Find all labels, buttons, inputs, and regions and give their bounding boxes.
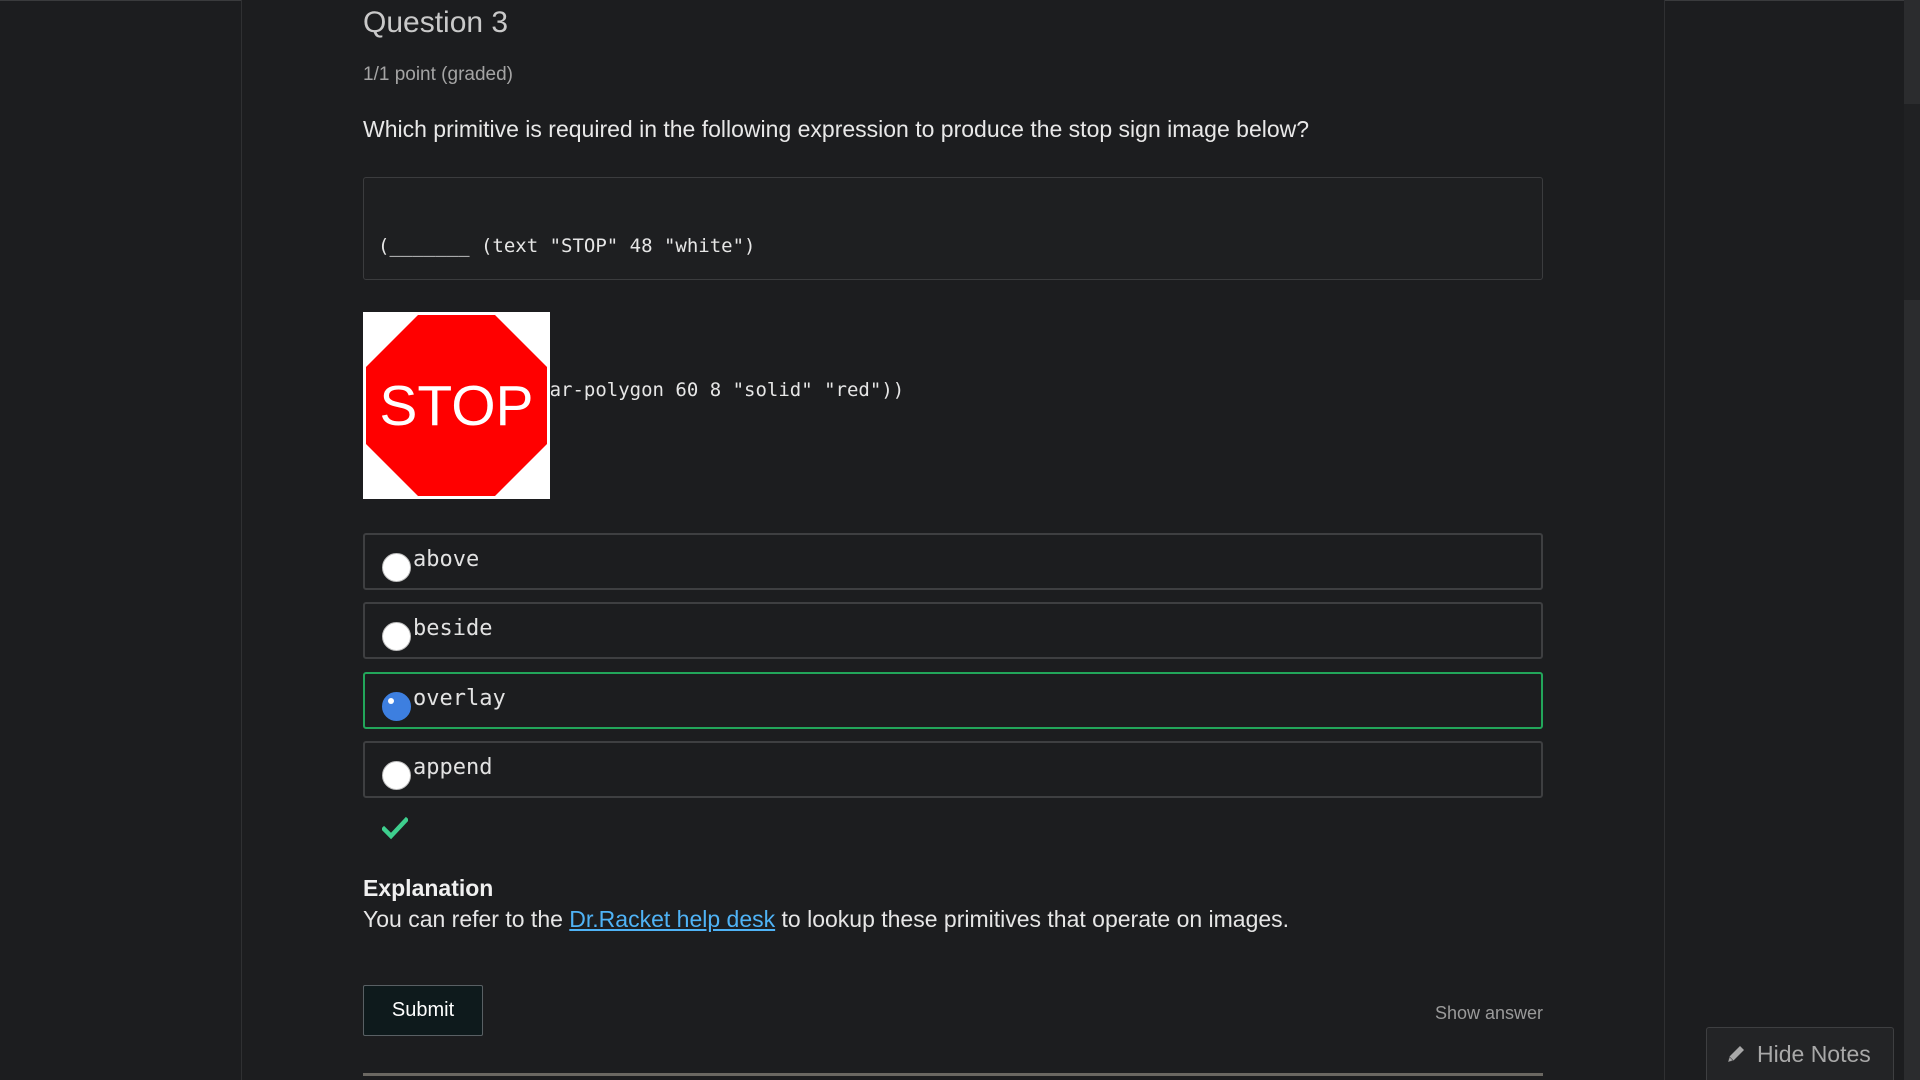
- submit-button[interactable]: Submit: [363, 985, 483, 1036]
- explanation-text-before: You can refer to the: [363, 906, 570, 932]
- scrollbar-thumb[interactable]: [1904, 300, 1920, 1080]
- radio-append[interactable]: [382, 761, 411, 790]
- hide-notes-label: Hide Notes: [1757, 1040, 1871, 1067]
- code-gap: [378, 304, 1528, 332]
- scrollbar[interactable]: [1904, 0, 1920, 1080]
- choice-append[interactable]: append: [363, 741, 1543, 798]
- code-line-1: (_______ (text "STOP" 48 "white"): [378, 235, 756, 257]
- choice-label: beside: [413, 616, 493, 641]
- question-title: Question 3: [363, 6, 509, 39]
- code-line-2: (regular-polygon 60 8 "solid" "red")): [378, 379, 905, 401]
- radio-overlay[interactable]: [382, 692, 411, 721]
- section-divider: [363, 1073, 1543, 1076]
- explanation-text-after: to lookup these primitives that operate …: [775, 906, 1290, 932]
- code-block: (_______ (text "STOP" 48 "white") (regul…: [363, 177, 1543, 401]
- pencil-icon: [1728, 1046, 1744, 1062]
- question-prompt: Which primitive is required in the follo…: [363, 116, 1310, 142]
- explanation-heading: Explanation: [363, 875, 494, 901]
- check-icon: [382, 816, 408, 840]
- choice-beside[interactable]: beside: [363, 602, 1543, 659]
- choice-above[interactable]: above: [363, 533, 1543, 590]
- choice-label: overlay: [413, 686, 506, 711]
- choice-overlay[interactable]: overlay: [363, 672, 1543, 729]
- drracket-help-desk-link[interactable]: Dr.Racket help desk: [569, 906, 775, 932]
- radio-above[interactable]: [382, 553, 411, 582]
- stop-sign-graphic: STOP: [366, 315, 547, 496]
- hide-notes-button[interactable]: Hide Notes: [1706, 1027, 1894, 1080]
- choice-label: append: [413, 755, 493, 780]
- choice-label: above: [413, 547, 480, 572]
- show-answer-button[interactable]: Show answer: [1435, 1003, 1543, 1024]
- question-points: 1/1 point (graded): [363, 64, 513, 85]
- explanation-text: You can refer to the Dr.Racket help desk…: [363, 906, 1289, 933]
- scrollbar-top-segment[interactable]: [1904, 0, 1920, 104]
- stop-sign-image: STOP: [363, 312, 550, 499]
- course-content: Question 3 1/1 point (graded) Which prim…: [241, 0, 1665, 1080]
- radio-beside[interactable]: [382, 622, 411, 651]
- stop-sign-text: STOP: [379, 374, 533, 438]
